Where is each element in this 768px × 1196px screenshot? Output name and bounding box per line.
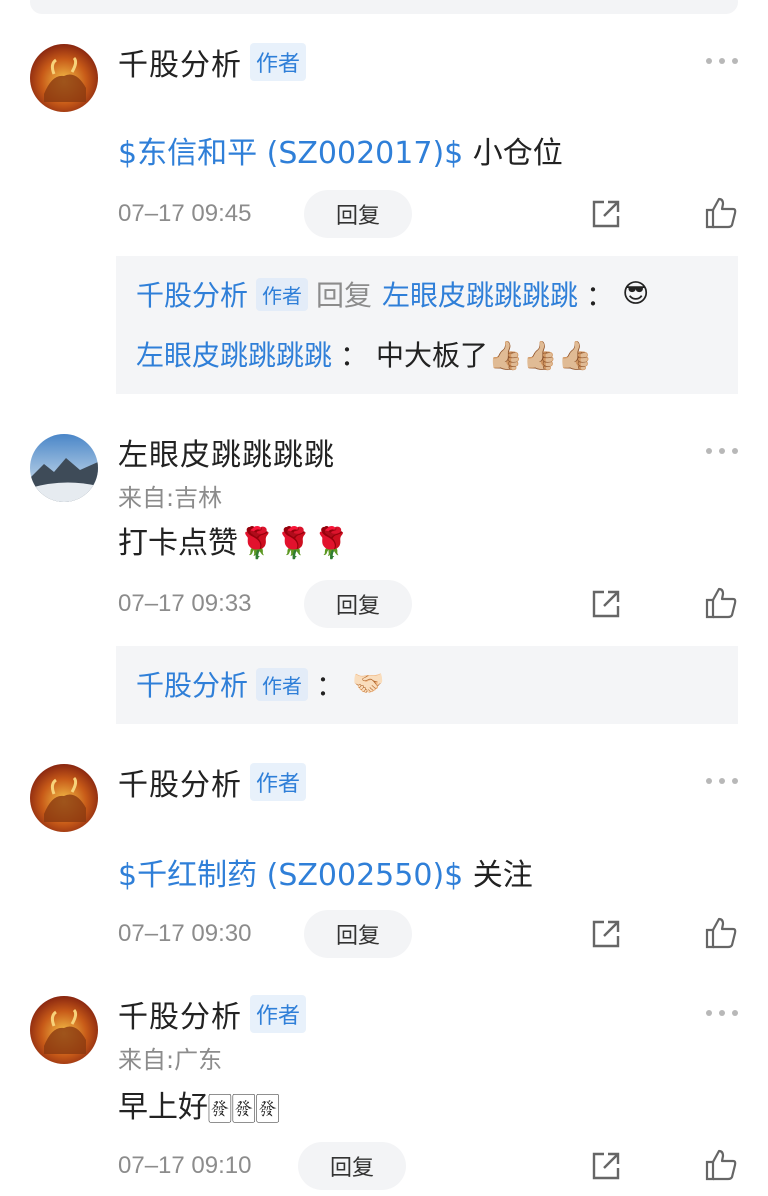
comment-header: 千股分析 作者 [118, 992, 307, 1036]
comment-body: 小仓位 [463, 136, 563, 171]
sub-reply[interactable]: 左眼皮跳跳跳跳 ： 中大板了👍🏼👍🏼👍🏼 [136, 334, 593, 374]
more-dots-icon[interactable] [706, 776, 738, 786]
username[interactable]: 千股分析 [118, 992, 242, 1036]
comment-body: 早上好🀅🀅🀅 [118, 1090, 280, 1125]
share-icon[interactable] [590, 918, 622, 950]
avatar[interactable] [30, 44, 98, 112]
reply-from-name[interactable]: 左眼皮跳跳跳跳 [136, 334, 332, 374]
comment-text: $东信和平 (SZ002017)$ 小仓位 [118, 128, 563, 172]
comment-text: 早上好🀅🀅🀅 [118, 1082, 280, 1126]
timestamp: 07–17 09:45 [118, 200, 252, 227]
author-badge: 作者 [250, 763, 307, 801]
stock-link[interactable]: $东信和平 (SZ002017)$ [118, 128, 463, 172]
comment-header: 千股分析 作者 [118, 40, 307, 84]
share-icon[interactable] [590, 198, 622, 230]
reply-text: 😎 [622, 279, 650, 309]
previous-item-card [30, 0, 738, 14]
more-dots-icon[interactable] [706, 1008, 738, 1018]
location-label: 来自:广东 [118, 1046, 223, 1074]
username[interactable]: 千股分析 [118, 760, 242, 804]
separator: ： [340, 339, 369, 372]
timestamp: 07–17 09:30 [118, 920, 252, 947]
thumbs-up-icon[interactable] [704, 586, 738, 620]
reply-thread: 千股分析 作者 ： 🤝🏻 [116, 646, 738, 724]
separator: ： [586, 279, 615, 312]
comment-meta: 07–17 09:30 回复 [118, 910, 738, 958]
reply-from-name[interactable]: 千股分析 [136, 664, 248, 704]
comment-meta: 07–17 09:33 回复 [118, 580, 738, 628]
thumbs-up-icon[interactable] [704, 196, 738, 230]
reply-from-name[interactable]: 千股分析 [136, 274, 248, 314]
reply-to-name[interactable]: 左眼皮跳跳跳跳 [382, 274, 578, 314]
reply-text: 中大板了👍🏼👍🏼👍🏼 [376, 339, 593, 372]
separator: ： [316, 669, 345, 702]
share-icon[interactable] [590, 1150, 622, 1182]
author-badge: 作者 [256, 667, 309, 701]
comment-header: 左眼皮跳跳跳跳 [118, 430, 335, 474]
reply-button[interactable]: 回复 [304, 580, 412, 628]
location-label: 来自:吉林 [118, 484, 223, 512]
comment-meta: 07–17 09:10 回复 [118, 1142, 738, 1190]
sub-reply[interactable]: 千股分析 作者 回复 左眼皮跳跳跳跳 ： 😎 [136, 274, 649, 314]
thumbs-up-icon[interactable] [704, 1148, 738, 1182]
reply-button[interactable]: 回复 [304, 190, 412, 238]
username[interactable]: 左眼皮跳跳跳跳 [118, 430, 335, 474]
comment-text: $千红制药 (SZ002550)$ 关注 [118, 850, 533, 894]
avatar[interactable] [30, 434, 98, 502]
reply-button[interactable]: 回复 [304, 910, 412, 958]
author-badge: 作者 [250, 995, 307, 1033]
reply-word: 回复 [316, 279, 373, 312]
more-dots-icon[interactable] [706, 56, 738, 66]
author-badge: 作者 [250, 43, 307, 81]
reply-button[interactable]: 回复 [298, 1142, 406, 1190]
username[interactable]: 千股分析 [118, 40, 242, 84]
share-icon[interactable] [590, 588, 622, 620]
reply-text: 🤝🏻 [352, 669, 385, 699]
thumbs-up-icon[interactable] [704, 916, 738, 950]
comment-body: 关注 [463, 858, 533, 893]
reply-thread: 千股分析 作者 回复 左眼皮跳跳跳跳 ： 😎 左眼皮跳跳跳跳 ： 中大板了👍🏼👍… [116, 256, 738, 394]
author-badge: 作者 [256, 277, 309, 311]
avatar[interactable] [30, 764, 98, 832]
sub-reply[interactable]: 千股分析 作者 ： 🤝🏻 [136, 664, 384, 704]
more-dots-icon[interactable] [706, 446, 738, 456]
comment-text: 打卡点赞🌹🌹🌹 [118, 518, 350, 562]
timestamp: 07–17 09:10 [118, 1152, 252, 1179]
avatar[interactable] [30, 996, 98, 1064]
stock-link[interactable]: $千红制药 (SZ002550)$ [118, 850, 463, 894]
timestamp: 07–17 09:33 [118, 590, 252, 617]
comment-body: 打卡点赞🌹🌹🌹 [118, 526, 351, 561]
comment-meta: 07–17 09:45 回复 [118, 190, 738, 238]
comment-header: 千股分析 作者 [118, 760, 307, 804]
